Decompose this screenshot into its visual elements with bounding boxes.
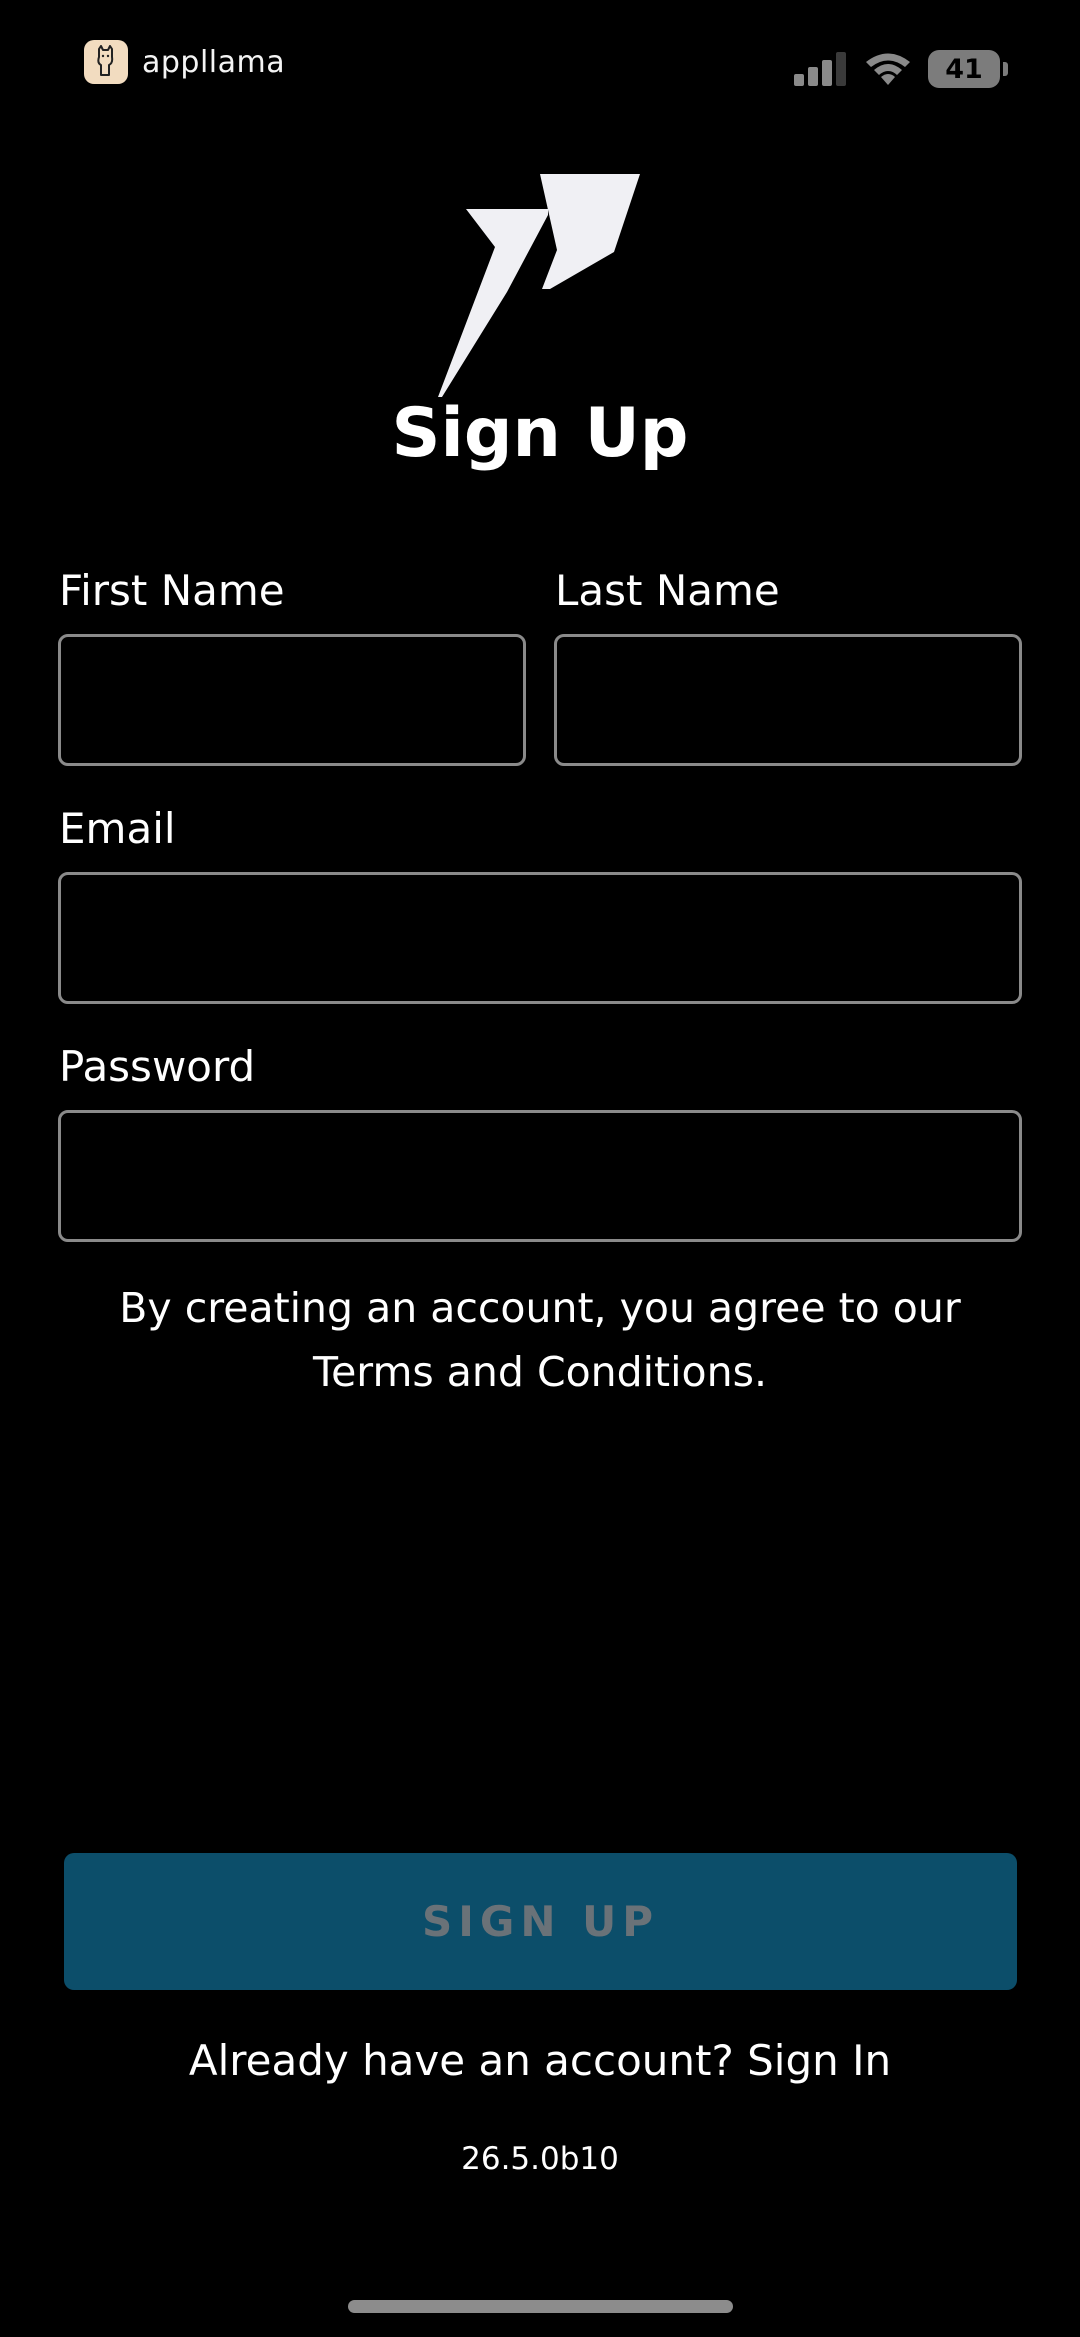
sign-in-link[interactable]: Already have an account? Sign In	[0, 2037, 1080, 2084]
email-input[interactable]	[58, 872, 1022, 1004]
terms-notice: By creating an account, you agree to our…	[80, 1276, 1000, 1404]
first-name-input[interactable]	[58, 634, 526, 766]
home-indicator[interactable]	[348, 2300, 733, 2313]
app-version: 26.5.0b10	[461, 2141, 619, 2177]
wifi-icon	[866, 53, 910, 85]
llama-icon	[84, 40, 128, 84]
app-name: appllama	[142, 44, 286, 80]
battery-icon: 41	[928, 50, 1008, 88]
brand-logo-icon	[438, 174, 640, 397]
password-label: Password	[59, 1042, 256, 1091]
page-title: Sign Up	[391, 394, 689, 473]
terms-text: By creating an account, you agree to our	[119, 1284, 961, 1332]
app-brand: appllama	[84, 40, 285, 84]
email-label: Email	[59, 804, 176, 853]
status-icons: 41	[794, 50, 1008, 88]
first-name-label: First Name	[59, 566, 285, 615]
terms-link[interactable]: Terms and Conditions.	[80, 1340, 1000, 1404]
last-name-input[interactable]	[554, 634, 1022, 766]
sign-up-button[interactable]: SIGN UP	[64, 1853, 1017, 1990]
battery-level: 41	[928, 50, 1000, 88]
last-name-label: Last Name	[555, 566, 780, 615]
password-input[interactable]	[58, 1110, 1022, 1242]
cellular-signal-icon	[794, 52, 846, 86]
status-bar: appllama 41	[0, 0, 1080, 130]
